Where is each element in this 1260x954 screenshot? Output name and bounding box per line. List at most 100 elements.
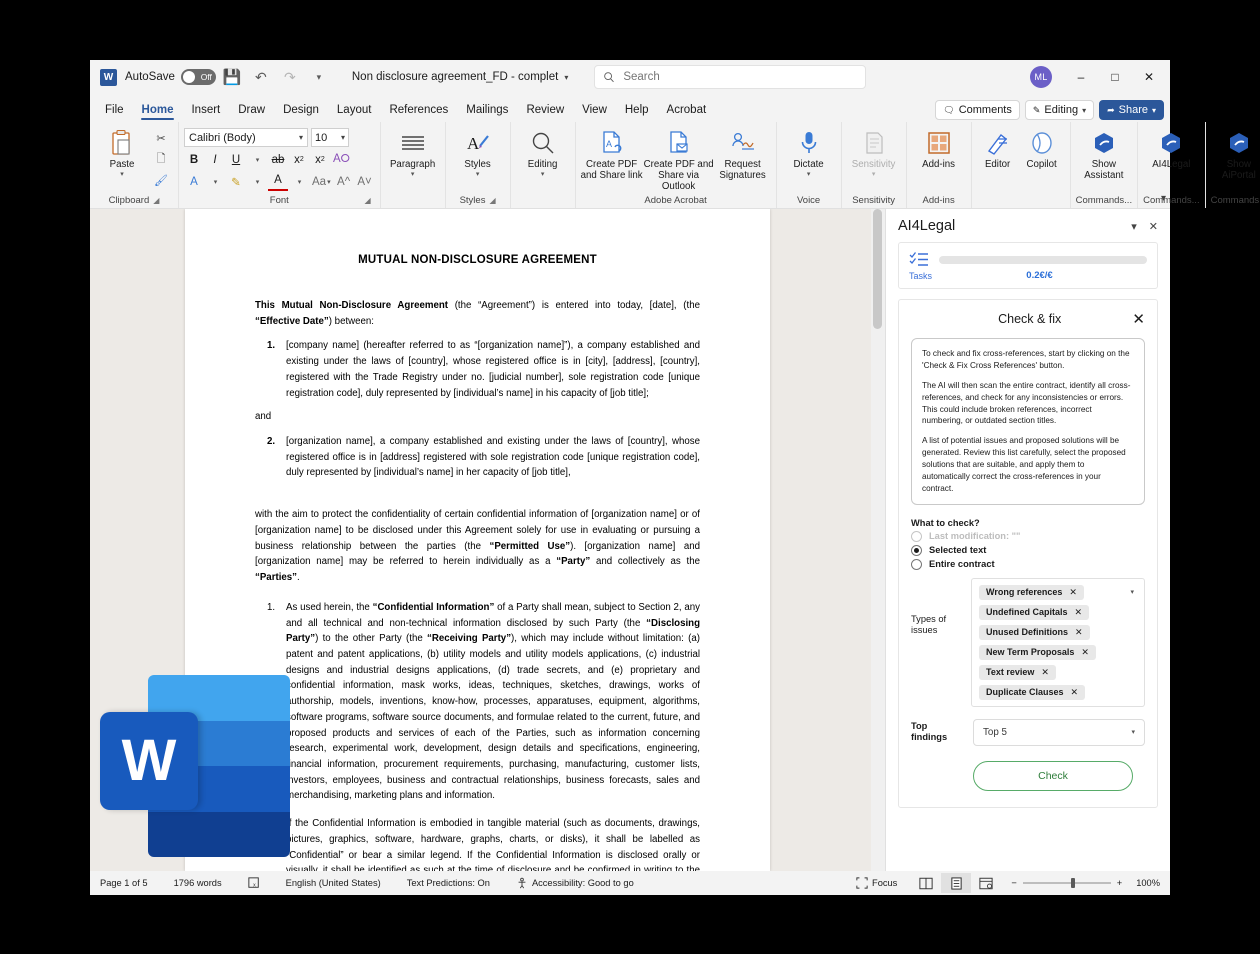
create-pdf-outlook-button[interactable]: Create PDF and Share via Outlook (643, 125, 715, 193)
radio-entire-contract[interactable]: Entire contract (911, 558, 1145, 570)
bold-button[interactable]: B (184, 150, 204, 169)
strikethrough-button[interactable]: ab (268, 150, 288, 169)
tab-layout[interactable]: Layout (328, 100, 381, 122)
document-title-button[interactable]: Non disclosure agreement_FD - complet ▾ (352, 71, 568, 83)
chip-remove-icon[interactable]: ✕ (1041, 667, 1049, 678)
print-layout-icon[interactable] (941, 873, 972, 893)
ai4legal-button[interactable]: AI4Legal (1144, 125, 1198, 171)
format-painter-icon[interactable]: 🖌 (151, 171, 171, 189)
zoom-in-button[interactable]: + (1117, 878, 1122, 888)
zoom-slider-handle[interactable] (1070, 878, 1075, 888)
zoom-level[interactable]: 100% (1136, 878, 1160, 888)
minimize-button[interactable]: – (1064, 61, 1098, 93)
paste-button[interactable]: Paste ▾ (95, 125, 149, 178)
show-assistant-button[interactable]: Show Assistant (1077, 125, 1131, 182)
font-name-input[interactable]: Calibri (Body) ▾ (184, 128, 308, 147)
superscript-button[interactable]: x2 (310, 150, 330, 169)
search-input[interactable] (623, 71, 858, 83)
text-predictions-indicator[interactable]: Text Predictions: On (407, 878, 490, 888)
tab-design[interactable]: Design (274, 100, 328, 122)
chevron-down-icon[interactable]: ▾ (289, 172, 309, 191)
change-case-button[interactable]: Aa ▾ (310, 172, 333, 191)
web-layout-icon[interactable] (971, 873, 1001, 893)
comments-button[interactable]: 🗨 Comments (935, 100, 1020, 120)
dialog-launcher-icon[interactable]: ◢ (489, 196, 495, 205)
request-signatures-button[interactable]: Request Signatures (715, 125, 771, 182)
paragraph-button[interactable]: Paragraph ▾ (386, 125, 440, 178)
customize-quick-access-icon[interactable]: ▾ (306, 64, 332, 90)
language-indicator[interactable]: English (United States) (286, 878, 381, 888)
tab-acrobat[interactable]: Acrobat (658, 100, 716, 122)
tab-insert[interactable]: Insert (182, 100, 229, 122)
chip-duplicate-clauses[interactable]: Duplicate Clauses ✕ (979, 684, 1086, 700)
show-aiportal-button[interactable]: Show AiPortal (1212, 125, 1260, 182)
chip-remove-icon[interactable]: ✕ (1075, 607, 1083, 618)
cut-icon[interactable]: ✂ (151, 129, 171, 147)
styles-button[interactable]: A Styles ▾ (451, 125, 505, 178)
issue-types-multiselect[interactable]: Wrong references ✕ ▾ Undefined Capitals … (971, 577, 1145, 707)
grow-font-button[interactable]: A^ (334, 172, 354, 191)
underline-button[interactable]: U (226, 150, 246, 169)
sensitivity-button[interactable]: Sensitivity ▾ (847, 125, 901, 178)
card-close-icon[interactable]: ✕ (1132, 310, 1145, 328)
document-scrollbar[interactable] (871, 209, 885, 871)
chip-remove-icon[interactable]: ✕ (1081, 647, 1089, 658)
chevron-down-icon[interactable]: ▾ (1130, 588, 1137, 596)
proofing-icon[interactable]: x (248, 877, 260, 889)
dialog-launcher-icon[interactable]: ◢ (153, 196, 159, 205)
radio-last-modification[interactable]: Last modification: "" (911, 530, 1145, 542)
page-indicator[interactable]: Page 1 of 5 (100, 878, 148, 888)
highlight-marker-icon[interactable]: ✎ (226, 172, 246, 191)
chevron-down-icon[interactable]: ▾ (205, 172, 225, 191)
chevron-down-icon[interactable]: ▾ (1131, 220, 1137, 233)
search-box[interactable] (594, 65, 867, 89)
copy-icon[interactable]: 🗋 (151, 150, 171, 168)
chip-remove-icon[interactable]: ✕ (1075, 627, 1083, 638)
tab-home[interactable]: Home (133, 100, 183, 122)
scrollbar-thumb[interactable] (873, 209, 882, 329)
close-button[interactable]: ✕ (1132, 61, 1166, 93)
autosave-toggle[interactable]: Off (180, 69, 216, 85)
tab-mailings[interactable]: Mailings (457, 100, 517, 122)
chip-remove-icon[interactable]: ✕ (1071, 687, 1079, 698)
save-icon[interactable]: 💾 (219, 64, 245, 90)
dialog-launcher-icon[interactable]: ◢ (364, 196, 370, 205)
read-mode-icon[interactable] (911, 873, 941, 893)
top-findings-select[interactable]: Top 5 ▾ (973, 718, 1145, 746)
tab-file[interactable]: File (96, 100, 133, 122)
addins-button[interactable]: Add-ins (912, 125, 966, 171)
create-pdf-share-link-button[interactable]: A Create PDF and Share link (581, 125, 643, 182)
maximize-button[interactable]: □ (1098, 61, 1132, 93)
tab-references[interactable]: References (380, 100, 457, 122)
editing-mode-button[interactable]: ✎ Editing ▾ (1024, 100, 1095, 120)
zoom-slider[interactable] (1022, 878, 1111, 888)
chip-undefined-capitals[interactable]: Undefined Capitals ✕ (979, 604, 1090, 620)
zoom-out-button[interactable]: − (1011, 878, 1016, 888)
shrink-font-button[interactable]: A˅ (355, 172, 375, 191)
font-color-button[interactable]: A (268, 172, 288, 191)
focus-button[interactable]: Focus (856, 877, 897, 889)
check-button[interactable]: Check (973, 760, 1133, 791)
italic-button[interactable]: I (205, 150, 225, 169)
undo-icon[interactable]: ↶ (248, 64, 274, 90)
accessibility-indicator[interactable]: Accessibility: Good to go (516, 877, 634, 889)
tab-draw[interactable]: Draw (229, 100, 274, 122)
editor-button[interactable]: Editor (977, 125, 1019, 171)
tab-view[interactable]: View (573, 100, 616, 122)
underline-options-icon[interactable]: ▾ (247, 150, 267, 169)
subscript-button[interactable]: x2 (289, 150, 309, 169)
tab-review[interactable]: Review (517, 100, 573, 122)
chip-remove-icon[interactable]: ✕ (1069, 587, 1077, 598)
font-size-input[interactable]: 10 ▾ (311, 128, 349, 147)
chevron-down-icon[interactable]: ▾ (247, 172, 267, 191)
redo-icon[interactable]: ↷ (277, 64, 303, 90)
share-button[interactable]: ➦ Share ▾ (1099, 100, 1164, 120)
text-effects-button[interactable]: A⭘ (331, 150, 352, 169)
copilot-button[interactable]: Copilot (1019, 125, 1065, 171)
close-icon[interactable]: ✕ (1149, 220, 1158, 233)
avatar[interactable]: ML (1030, 66, 1052, 88)
word-count[interactable]: 1796 words (174, 878, 222, 888)
text-highlight-color-button[interactable]: A (184, 172, 204, 191)
chip-text-review[interactable]: Text review ✕ (979, 664, 1056, 680)
chip-unused-definitions[interactable]: Unused Definitions ✕ (979, 624, 1090, 640)
